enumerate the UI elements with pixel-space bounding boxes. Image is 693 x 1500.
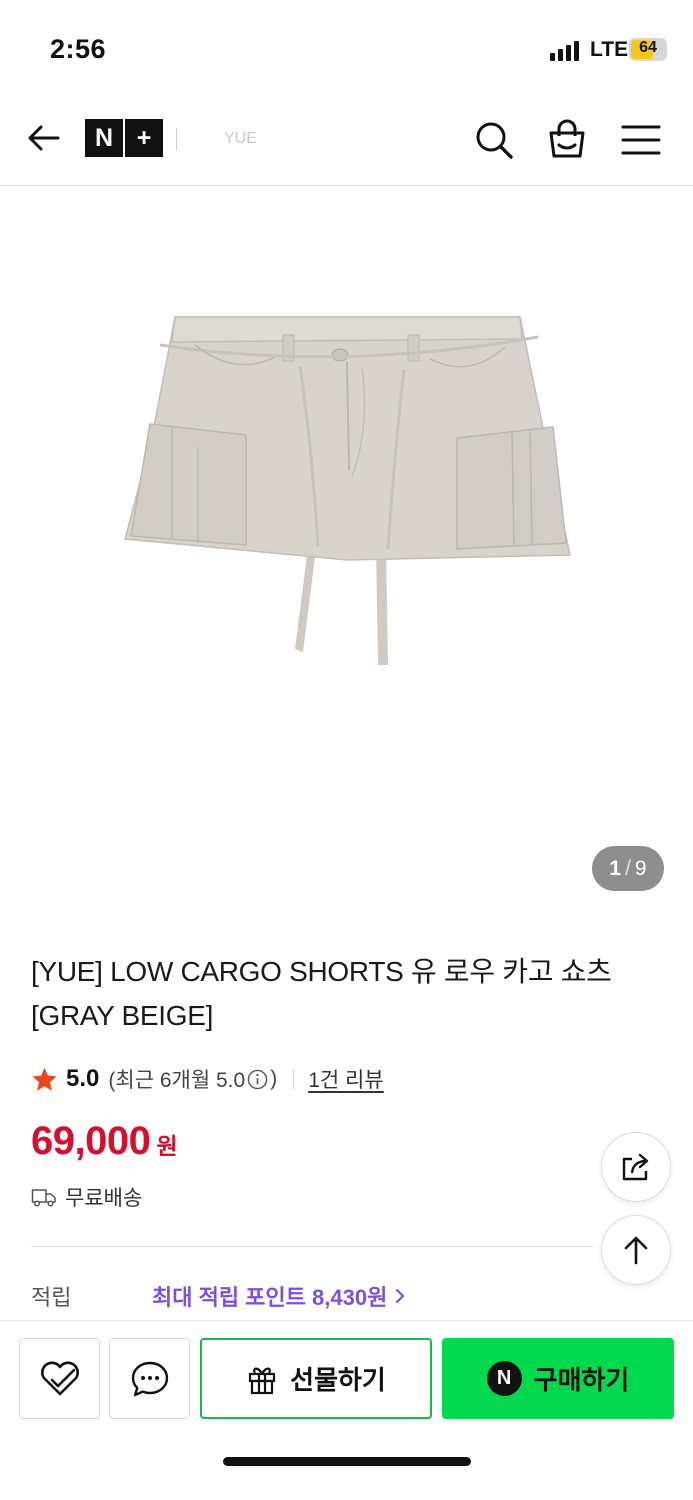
image-separator: / [625,856,631,880]
bottom-action-bar: 선물하기 N 구매하기 [0,1320,693,1500]
status-bar: 2:56 LTE 64 [0,0,693,96]
section-divider [31,1246,593,1247]
status-time: 2:56 [50,34,107,64]
back-arrow-icon[interactable] [24,118,64,158]
network-label: LTE [590,38,629,61]
image-current: 1 [609,856,622,880]
image-counter: 1 / 9 [592,846,664,891]
shopping-bag-icon[interactable] [544,116,590,162]
points-value[interactable]: 최대 적립 포인트 8,430원 [152,1280,407,1312]
wishlist-button[interactable] [19,1338,100,1419]
price-row: 69,000 원 [31,1119,178,1164]
gift-icon [249,1367,276,1394]
top-navigation: N + YUE [0,96,693,186]
nav-divider [176,128,177,150]
delivery-text: 무료배송 [65,1187,143,1210]
info-icon[interactable] [247,1069,268,1090]
rating-recent-close: ) [270,1067,278,1090]
signal-icon [550,41,582,61]
logo-plus: + [136,123,152,152]
gift-button[interactable]: 선물하기 [200,1338,432,1419]
arrow-up-icon [624,1236,648,1265]
truck-icon [31,1189,56,1207]
search-icon[interactable] [472,118,516,162]
gift-button-label: 선물하기 [290,1365,386,1395]
scroll-top-button[interactable] [601,1215,671,1285]
price-unit: 원 [156,1133,178,1159]
talk-talk-button[interactable] [109,1338,190,1419]
product-title: [YUE] LOW CARGO SHORTS 유 로우 카고 쇼츠 [GRAY … [31,956,612,1031]
star-icon [32,1067,57,1091]
points-label: 적립 [31,1285,72,1310]
battery-level: 64 [639,39,657,56]
heart-check-icon [40,1361,79,1395]
image-total: 9 [634,856,647,880]
rating-recent: (최근 6개월 5.0 ) [108,1064,277,1094]
nplus-store-logo[interactable]: N + [85,119,163,157]
logo-n: N [94,123,114,152]
review-link[interactable]: 1건 리뷰 [308,1064,383,1094]
delivery-row: 무료배송 [31,1182,142,1212]
points-row[interactable]: 적립 최대 적립 포인트 8,430원 [31,1280,671,1312]
share-icon [622,1153,649,1181]
product-image[interactable] [0,187,693,907]
share-button[interactable] [601,1132,671,1202]
price-value: 69,000 [31,1119,151,1163]
store-name[interactable]: YUE [224,130,257,148]
naver-pay-icon: N [486,1361,522,1396]
home-indicator [223,1457,471,1466]
battery-icon: 64 [629,38,667,61]
buy-button-label: 구매하기 [533,1365,630,1395]
rating-recent-text: (최근 6개월 5.0 [108,1069,246,1092]
rating-score: 5.0 [66,1065,100,1092]
chat-bubble-icon [131,1361,168,1396]
rating-row: 5.0 (최근 6개월 5.0 ) 1건 리뷰 [31,1062,384,1096]
menu-icon[interactable] [620,122,662,158]
points-text: 최대 적립 포인트 8,430원 [152,1285,388,1310]
chevron-right-icon [396,1288,405,1304]
rating-divider [293,1069,295,1089]
cargo-shorts-image [124,316,571,665]
buy-button[interactable]: N 구매하기 [442,1338,674,1419]
